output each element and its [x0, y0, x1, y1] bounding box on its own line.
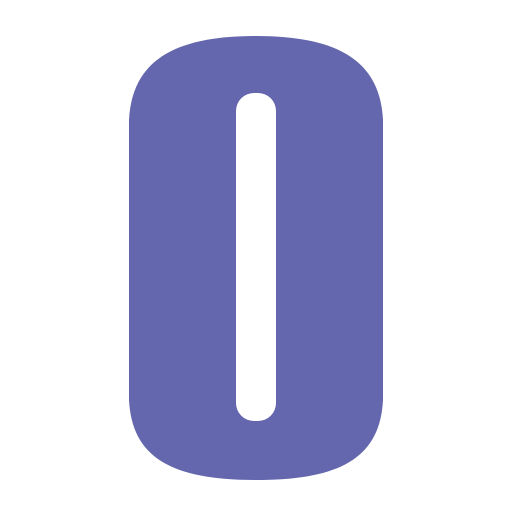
icon-canvas [0, 0, 512, 512]
zero-inner-counter [236, 93, 276, 421]
zero-digit-icon [129, 36, 383, 480]
